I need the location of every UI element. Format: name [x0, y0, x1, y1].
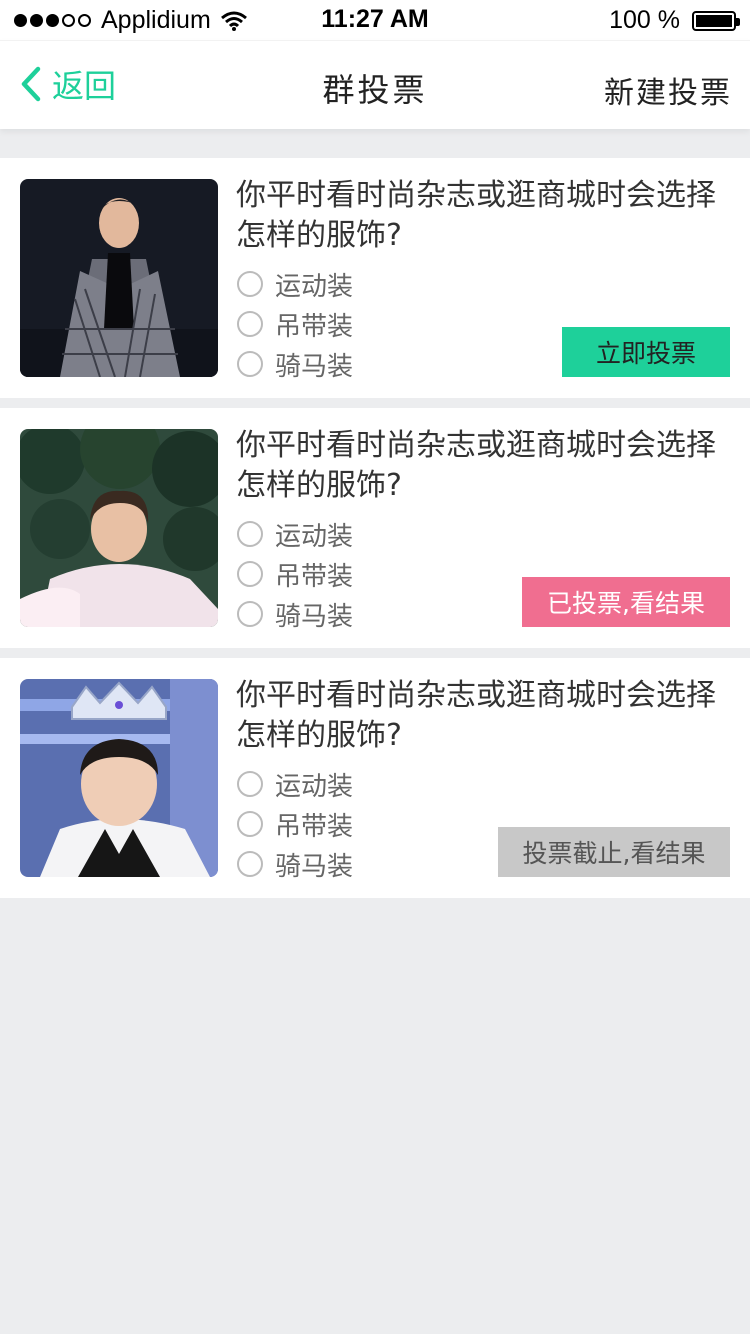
status-right: 100 %: [609, 6, 740, 35]
poll-list: 你平时看时尚杂志或逛商城时会选择怎样的服饰? 运动装 吊带装 骑马装 立即投票: [0, 158, 750, 908]
poll-option[interactable]: 吊带装: [236, 554, 353, 594]
poll-option[interactable]: 吊带装: [236, 304, 353, 344]
radio-icon[interactable]: [237, 271, 263, 297]
option-label: 骑马装: [275, 351, 354, 382]
radio-icon[interactable]: [237, 561, 263, 587]
poll-option[interactable]: 运动装: [236, 514, 353, 554]
poll-option[interactable]: 骑马装: [236, 594, 353, 634]
poll-option[interactable]: 骑马装: [236, 844, 353, 884]
new-poll-button[interactable]: 新建投票: [604, 68, 732, 112]
poll-card: 你平时看时尚杂志或逛商城时会选择怎样的服饰? 运动装 吊带装 骑马装 投票截止,…: [0, 658, 750, 898]
radio-icon[interactable]: [237, 771, 263, 797]
poll-question: 你平时看时尚杂志或逛商城时会选择怎样的服饰?: [236, 678, 716, 753]
poll-options: 运动装 吊带装 骑马装: [236, 514, 353, 634]
radio-icon[interactable]: [237, 601, 263, 627]
poll-ended-results-button[interactable]: 投票截止,看结果: [498, 827, 730, 877]
radio-icon[interactable]: [237, 351, 263, 377]
poll-image: [20, 429, 218, 627]
radio-icon[interactable]: [237, 311, 263, 337]
option-label: 吊带装: [275, 811, 354, 842]
poll-image: [20, 679, 218, 877]
person-photo-icon: [20, 679, 218, 877]
option-label: 骑马装: [275, 601, 354, 632]
battery-icon: [692, 10, 740, 31]
poll-option[interactable]: 吊带装: [236, 804, 353, 844]
poll-option[interactable]: 骑马装: [236, 344, 353, 384]
option-label: 吊带装: [275, 311, 354, 342]
vote-now-button[interactable]: 立即投票: [562, 327, 730, 377]
radio-icon[interactable]: [237, 811, 263, 837]
radio-icon[interactable]: [237, 851, 263, 877]
poll-question: 你平时看时尚杂志或逛商城时会选择怎样的服饰?: [236, 178, 716, 253]
poll-card: 你平时看时尚杂志或逛商城时会选择怎样的服饰? 运动装 吊带装 骑马装 已投票,看…: [0, 408, 750, 648]
option-label: 运动装: [275, 271, 354, 302]
option-label: 运动装: [275, 521, 354, 552]
battery-level: [696, 14, 732, 27]
poll-options: 运动装 吊带装 骑马装: [236, 264, 353, 384]
person-photo-icon: [20, 429, 218, 627]
navigation-bar: 返回 群投票 新建投票: [0, 40, 750, 129]
option-label: 骑马装: [275, 851, 354, 882]
status-bar: Applidium 11:27 AM 100 %: [0, 0, 750, 40]
person-photo-icon: [20, 179, 218, 377]
battery-percent: 100 %: [609, 6, 680, 34]
view-results-button[interactable]: 已投票,看结果: [522, 577, 730, 627]
radio-icon[interactable]: [237, 521, 263, 547]
option-label: 运动装: [275, 771, 354, 802]
poll-option[interactable]: 运动装: [236, 264, 353, 304]
poll-image: [20, 179, 218, 377]
poll-question: 你平时看时尚杂志或逛商城时会选择怎样的服饰?: [236, 428, 716, 503]
option-label: 吊带装: [275, 561, 354, 592]
poll-option[interactable]: 运动装: [236, 764, 353, 804]
poll-options: 运动装 吊带装 骑马装: [236, 764, 353, 884]
poll-card: 你平时看时尚杂志或逛商城时会选择怎样的服饰? 运动装 吊带装 骑马装 立即投票: [0, 158, 750, 398]
